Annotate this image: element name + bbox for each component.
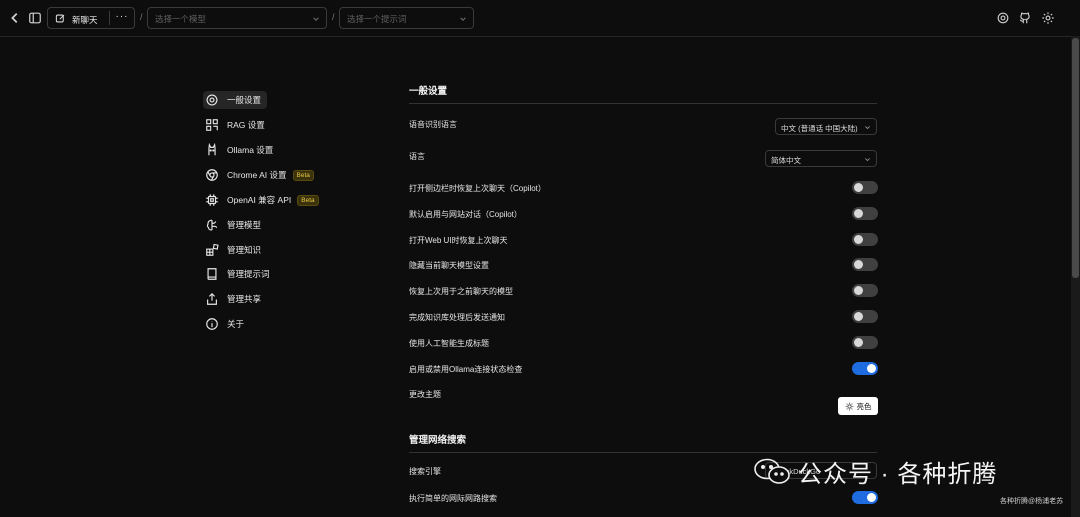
book-icon (205, 267, 219, 281)
more-options-icon[interactable]: ··· (114, 12, 130, 23)
blocks-icon (205, 243, 219, 257)
chrome-icon (205, 168, 219, 182)
divider (109, 11, 110, 25)
toggle-label: 使用人工智能生成标题 (409, 339, 489, 348)
toggle-hide-model-settings[interactable] (852, 258, 878, 271)
toggle-restore-last-model[interactable] (852, 284, 878, 297)
scrollbar[interactable] (1071, 36, 1080, 517)
toggle-label: 完成知识库处理后发送通知 (409, 313, 505, 322)
toggle-label: 默认启用与网站对话（Copilot） (409, 210, 522, 219)
sidebar-item-label: 管理知识 (227, 245, 262, 255)
watermark-text: 公众号 · 各种折腾 (798, 460, 998, 488)
theme-toggle-button[interactable]: 亮色 (838, 397, 878, 415)
simple-search-label: 执行简单的网际网路搜索 (409, 494, 497, 503)
theme-label: 更改主题 (409, 390, 441, 399)
sidebar-item-openai-api[interactable]: OpenAI 兼容 API Beta (205, 191, 319, 209)
chip-icon (205, 193, 219, 207)
new-chat-button[interactable]: 新聊天 ··· (47, 7, 135, 29)
sidebar-item-label: 管理共享 (227, 294, 262, 304)
beta-badge: Beta (297, 194, 319, 206)
toggle-restore-sidebar-chat[interactable] (852, 181, 878, 194)
speech-language-select[interactable]: 中文 (普通话 中国大陆) (775, 118, 877, 135)
search-engine-label: 搜索引擎 (409, 467, 441, 476)
theme-value: 亮色 (856, 401, 872, 411)
sidebar-toggle-icon[interactable] (26, 9, 44, 27)
sidebar-item-label: OpenAI 兼容 API (227, 195, 292, 205)
settings-cog-icon[interactable] (994, 9, 1012, 27)
section-title-websearch: 管理网络搜索 (409, 435, 467, 446)
sidebar-item-prompts[interactable]: 管理提示词 (205, 265, 270, 283)
sidebar-item-label: 管理提示词 (227, 269, 270, 279)
separator: / (140, 12, 143, 22)
chevron-down-icon (865, 126, 870, 130)
speech-language-value: 中文 (普通话 中国大陆) (781, 124, 858, 133)
watermark-small-text: 各种折腾@杨浦老苏 (1000, 498, 1064, 505)
brain-icon (205, 218, 219, 232)
sidebar-item-ollama[interactable]: Ollama 设置 (205, 141, 273, 159)
sun-icon (845, 402, 853, 410)
share-icon (205, 292, 219, 306)
llama-icon (205, 143, 219, 157)
info-icon (205, 317, 219, 331)
toggle-label: 隐藏当前聊天模型设置 (409, 261, 489, 270)
gear-icon (205, 93, 219, 107)
sidebar-item-label: 一般设置 (227, 95, 262, 105)
scan-icon (205, 118, 219, 132)
toggle-label: 恢复上次用于之前聊天的模型 (409, 287, 513, 296)
speech-language-label: 语音识别语言 (409, 120, 457, 129)
sidebar-item-knowledge[interactable]: 管理知识 (205, 241, 261, 259)
sidebar-item-label: RAG 设置 (227, 120, 265, 130)
toggle-ai-title-generation[interactable] (852, 336, 878, 349)
sidebar-item-general[interactable]: 一般设置 (203, 91, 268, 109)
sidebar-item-share[interactable]: 管理共享 (205, 290, 261, 308)
sidebar-item-label: Chrome AI 设置 (227, 170, 287, 180)
github-icon[interactable] (1016, 9, 1034, 27)
wechat-logo-icon (754, 458, 790, 484)
sidebar-item-chrome-ai[interactable]: Chrome AI 设置 Beta (205, 166, 314, 184)
section-title-general: 一般设置 (409, 86, 448, 97)
sidebar-item-about[interactable]: 关于 (205, 315, 244, 333)
chevron-down-icon (313, 17, 319, 21)
chevron-down-icon (460, 17, 466, 21)
toggle-label: 启用或禁用Ollama连接状态检查 (409, 365, 523, 374)
chevron-down-icon (865, 158, 870, 162)
sidebar-item-models[interactable]: 管理模型 (205, 216, 261, 234)
toggle-label: 打开Web UI时恢复上次聊天 (409, 236, 508, 245)
language-label: 语言 (409, 152, 425, 161)
language-value: 简体中文 (771, 156, 801, 165)
model-select[interactable]: 选择一个模型 (147, 7, 327, 29)
prompt-select-placeholder: 选择一个提示词 (347, 14, 407, 24)
sidebar-item-label: 管理模型 (227, 220, 262, 230)
toggle-ollama-status-check[interactable] (852, 362, 878, 375)
back-chevron-icon[interactable] (6, 9, 24, 27)
new-chat-label: 新聊天 (72, 15, 98, 25)
separator: / (332, 12, 335, 22)
sidebar-item-label: Ollama 设置 (227, 145, 274, 155)
beta-badge: Beta (292, 169, 314, 181)
toggle-knowledge-notification[interactable] (852, 310, 878, 323)
sidebar-item-label: 关于 (227, 319, 245, 329)
edit-icon (55, 14, 65, 23)
top-bar: 新聊天 ··· / 选择一个模型 / 选择一个提示词 (0, 0, 1080, 37)
language-select[interactable]: 简体中文 (765, 150, 877, 167)
toggle-chat-with-website[interactable] (852, 207, 878, 220)
scrollbar-thumb[interactable] (1072, 38, 1079, 278)
watermark: 公众号 · 各种折腾 (752, 448, 1052, 494)
toggle-label: 打开侧边栏时恢复上次聊天（Copilot） (409, 184, 546, 193)
sidebar-item-rag[interactable]: RAG 设置 (205, 116, 265, 134)
prompt-select[interactable]: 选择一个提示词 (339, 7, 474, 29)
model-select-placeholder: 选择一个模型 (155, 14, 207, 24)
gear-icon[interactable] (1039, 9, 1057, 27)
section-divider (409, 103, 877, 104)
toggle-restore-webui-chat[interactable] (852, 233, 878, 246)
